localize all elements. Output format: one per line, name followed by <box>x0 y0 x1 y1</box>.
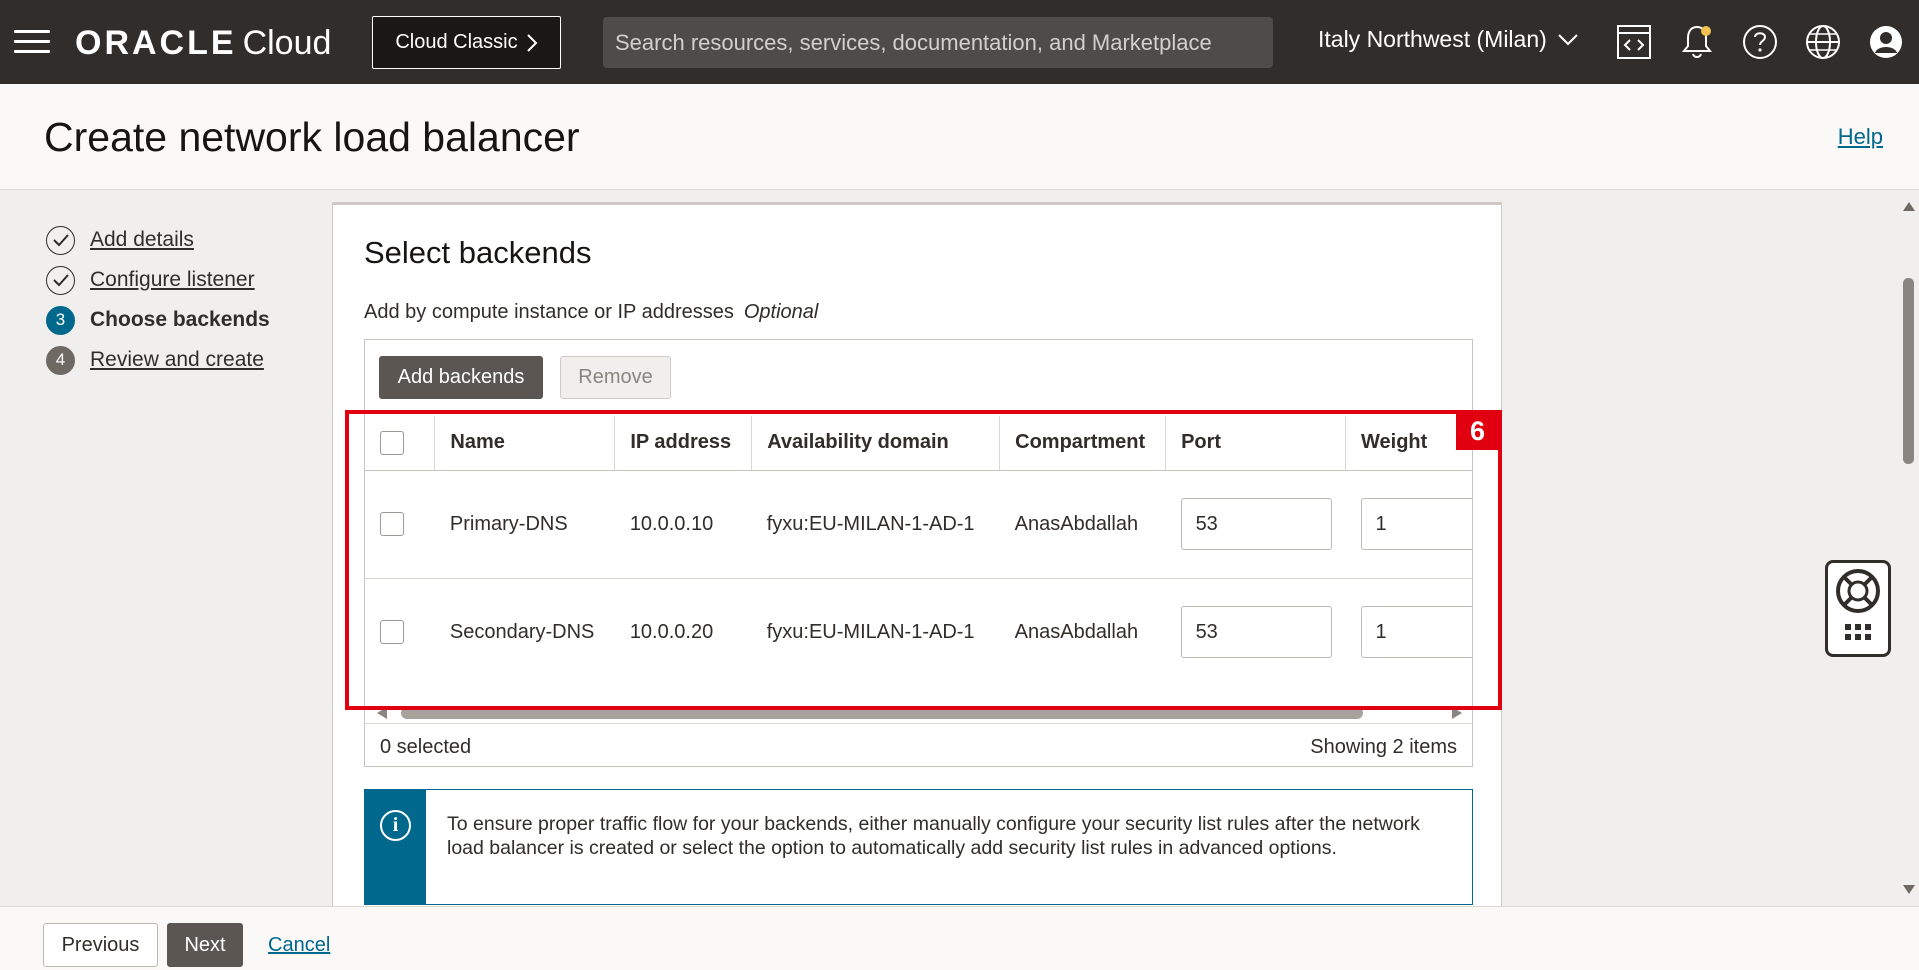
cell-ip-address: 10.0.0.20 <box>629 620 714 643</box>
cell-name: Primary-DNS <box>434 470 615 579</box>
table-row: Primary-DNS 10.0.0.10 fyxu:EU-MILAN-1-AD… <box>365 470 1472 579</box>
support-widget[interactable] <box>1825 560 1891 657</box>
step-label[interactable]: Add details <box>90 228 194 252</box>
chevron-down-icon <box>1558 33 1578 45</box>
cell-availability-domain: fyxu:EU-MILAN-1-AD-1 <box>766 620 975 643</box>
backends-table: Name IP address Availability domain Comp… <box>365 416 1472 686</box>
row-checkbox[interactable] <box>380 620 404 645</box>
cell-compartment: AnasAbdallah <box>1014 620 1139 643</box>
backends-sublabel: Add by compute instance or IP addresses O… <box>364 301 818 324</box>
row-select-cell <box>365 578 435 686</box>
scroll-right-arrow-icon[interactable] <box>1452 707 1462 719</box>
check-icon <box>46 265 75 295</box>
page-header: Create network load balancer Help <box>0 84 1919 190</box>
wizard-steps: Add details Configure listener 3 Choose … <box>46 220 270 380</box>
cell-availability-domain: fyxu:EU-MILAN-1-AD-1 <box>751 470 1000 579</box>
step-number: 4 <box>46 345 75 375</box>
step-label[interactable]: Configure listener <box>90 268 255 292</box>
scroll-up-arrow-icon[interactable] <box>1903 202 1915 211</box>
top-navigation-bar: ORACLECloud Cloud Classic Italy Northwes… <box>0 0 1919 84</box>
info-bar: i <box>365 790 426 904</box>
row-checkbox[interactable] <box>380 512 404 536</box>
sublabel-text: Add by compute instance or IP addresses <box>364 301 734 323</box>
menu-icon[interactable] <box>14 30 50 54</box>
help-icon[interactable] <box>1740 22 1780 62</box>
port-input[interactable] <box>1180 606 1332 659</box>
column-header-port[interactable]: Port <box>1165 416 1346 471</box>
remove-button: Remove <box>560 356 671 399</box>
items-count: Showing 2 items <box>1310 736 1457 758</box>
annotation-badge: 6 <box>1456 413 1499 450</box>
table-row: Secondary-DNS 10.0.0.20 fyxu:EU-MILAN-1-… <box>365 578 1472 686</box>
step-label: Choose backends <box>90 308 270 331</box>
weight-input[interactable] <box>1360 606 1472 659</box>
backends-table-container: Add backends Remove Name IP address Avai… <box>364 339 1473 767</box>
cloud-classic-label: Cloud Classic <box>395 31 518 53</box>
column-header-availability-domain[interactable]: Availability domain <box>751 416 1001 471</box>
table-header-row: Name IP address Availability domain Comp… <box>365 416 1472 471</box>
wizard-footer: Previous Next Cancel <box>0 906 1919 970</box>
weight-input[interactable] <box>1360 498 1472 550</box>
port-cell <box>1166 578 1346 686</box>
weight-cell <box>1346 578 1472 686</box>
cloud-classic-button[interactable]: Cloud Classic <box>372 16 561 69</box>
chevron-right-icon <box>526 33 538 52</box>
column-header-compartment[interactable]: Compartment <box>999 416 1167 471</box>
step-choose-backends: 3 Choose backends <box>46 300 270 340</box>
scroll-left-arrow-icon[interactable] <box>377 707 387 719</box>
cancel-link[interactable]: Cancel <box>268 934 330 957</box>
globe-icon[interactable] <box>1803 22 1843 62</box>
oracle-cloud-logo[interactable]: ORACLE Cloud <box>75 24 331 63</box>
step-label[interactable]: Review and create <box>90 348 264 372</box>
previous-button[interactable]: Previous <box>43 923 158 967</box>
row-select-cell <box>365 470 435 579</box>
add-backends-button[interactable]: Add backends <box>379 356 543 399</box>
info-message: i To ensure proper traffic flow for your… <box>364 789 1473 905</box>
step-number: 3 <box>46 305 75 335</box>
region-selector[interactable]: Italy Northwest (Milan) <box>1318 26 1579 53</box>
region-label: Italy Northwest (Milan) <box>1318 26 1547 52</box>
next-button[interactable]: Next <box>167 923 243 967</box>
logo-oracle-text: ORACLE <box>75 24 237 62</box>
cell-ip-address: 10.0.0.10 <box>614 470 752 579</box>
backends-grid: Name IP address Availability domain Comp… <box>365 416 1472 701</box>
check-icon <box>46 225 75 255</box>
select-all-cell <box>365 416 436 471</box>
column-header-weight[interactable]: Weight <box>1345 416 1472 471</box>
search-input[interactable] <box>603 17 1273 68</box>
port-input[interactable] <box>1180 498 1332 550</box>
main-content: Add details Configure listener 3 Choose … <box>0 190 1899 906</box>
port-cell <box>1165 470 1346 579</box>
help-link[interactable]: Help <box>1838 124 1883 150</box>
cell-compartment: AnasAbdallah <box>999 470 1166 579</box>
vertical-scrollbar[interactable] <box>1899 190 1919 906</box>
step-add-details[interactable]: Add details <box>46 220 270 260</box>
column-header-ip-address[interactable]: IP address <box>614 416 753 471</box>
weight-cell <box>1345 470 1472 579</box>
info-icon: i <box>380 810 411 841</box>
select-all-checkbox[interactable] <box>380 430 404 455</box>
code-editor-icon[interactable] <box>1614 22 1654 62</box>
horizontal-scroll-thumb[interactable] <box>401 707 1363 719</box>
user-icon[interactable] <box>1866 22 1906 62</box>
select-backends-panel: Select backends Add by compute instance … <box>332 202 1502 906</box>
section-title: Select backends <box>364 235 592 270</box>
cell-name: Secondary-DNS <box>449 620 595 643</box>
step-review-and-create[interactable]: 4 Review and create <box>46 340 270 380</box>
table-footer: 0 selected Showing 2 items <box>365 723 1472 766</box>
info-text: To ensure proper traffic flow for your b… <box>447 813 1420 859</box>
optional-text: Optional <box>743 301 819 323</box>
vertical-scroll-thumb[interactable] <box>1903 278 1914 464</box>
lifebuoy-icon <box>1836 569 1880 640</box>
step-configure-listener[interactable]: Configure listener <box>46 260 270 300</box>
logo-cloud-text: Cloud <box>242 24 332 62</box>
page-title: Create network load balancer <box>44 114 580 160</box>
scroll-down-arrow-icon[interactable] <box>1903 885 1915 894</box>
bell-icon[interactable] <box>1677 22 1717 62</box>
column-header-name[interactable]: Name <box>434 416 616 471</box>
horizontal-scrollbar[interactable] <box>377 704 1462 722</box>
selected-count: 0 selected <box>380 736 472 758</box>
